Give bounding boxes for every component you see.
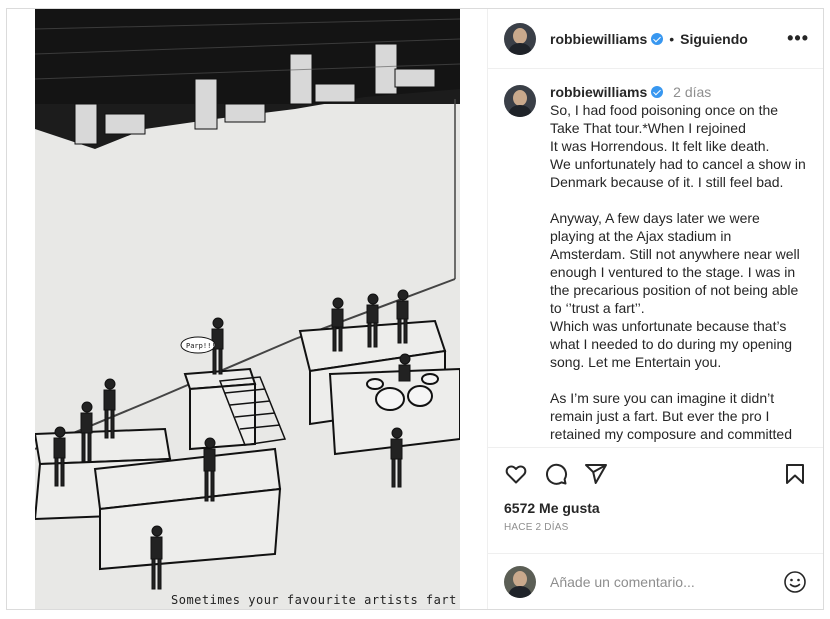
- comment-icon[interactable]: [544, 462, 568, 486]
- share-icon[interactable]: [584, 462, 608, 486]
- emoji-icon[interactable]: [783, 570, 807, 594]
- image-caption: Sometimes your favourite artists fart on…: [171, 593, 460, 607]
- header-username[interactable]: robbiewilliams: [550, 31, 664, 47]
- caption-body: robbiewilliams 2 días So, I had food poi…: [550, 83, 807, 447]
- verified-icon: [651, 32, 664, 45]
- post-card: Parp!!! Sometimes your favourite artists…: [6, 8, 824, 610]
- caption-paragraph: As I’m sure you can imagine it didn’t re…: [550, 390, 792, 447]
- verified-icon: [651, 86, 664, 98]
- post-image[interactable]: Parp!!! Sometimes your favourite artists…: [35, 9, 460, 609]
- caption-paragraph: Anyway, A few days later we were playing…: [550, 210, 800, 370]
- post-header: robbiewilliams • Siguiendo •••: [488, 9, 823, 69]
- speech-bubble-text: Parp!!!: [186, 342, 216, 350]
- post-media[interactable]: Parp!!! Sometimes your favourite artists…: [7, 9, 487, 609]
- stage-illustration: Parp!!!: [35, 9, 460, 590]
- add-comment-bar: [488, 553, 823, 609]
- following-button[interactable]: Siguiendo: [680, 31, 748, 47]
- likes-count[interactable]: 6572 Me gusta: [504, 500, 807, 516]
- caption-area: robbiewilliams 2 días So, I had food poi…: [488, 69, 823, 447]
- more-icon[interactable]: •••: [787, 28, 809, 49]
- caption-paragraph: So, I had food poisoning once on the Tak…: [550, 102, 806, 190]
- caption-time[interactable]: 2 días: [673, 84, 711, 100]
- separator-dot: •: [669, 30, 675, 47]
- heart-icon[interactable]: [504, 462, 528, 486]
- avatar[interactable]: [504, 22, 536, 55]
- caption-avatar[interactable]: [504, 85, 536, 117]
- caption-username[interactable]: robbiewilliams: [550, 84, 647, 100]
- post-age[interactable]: HACE 2 DÍAS: [504, 522, 807, 533]
- viewer-avatar: [504, 565, 536, 598]
- action-bar: 6572 Me gusta HACE 2 DÍAS: [488, 447, 823, 553]
- post-panel: robbiewilliams • Siguiendo ••• robbiewil…: [487, 9, 823, 609]
- comment-input[interactable]: [550, 573, 783, 590]
- bookmark-icon[interactable]: [783, 462, 807, 486]
